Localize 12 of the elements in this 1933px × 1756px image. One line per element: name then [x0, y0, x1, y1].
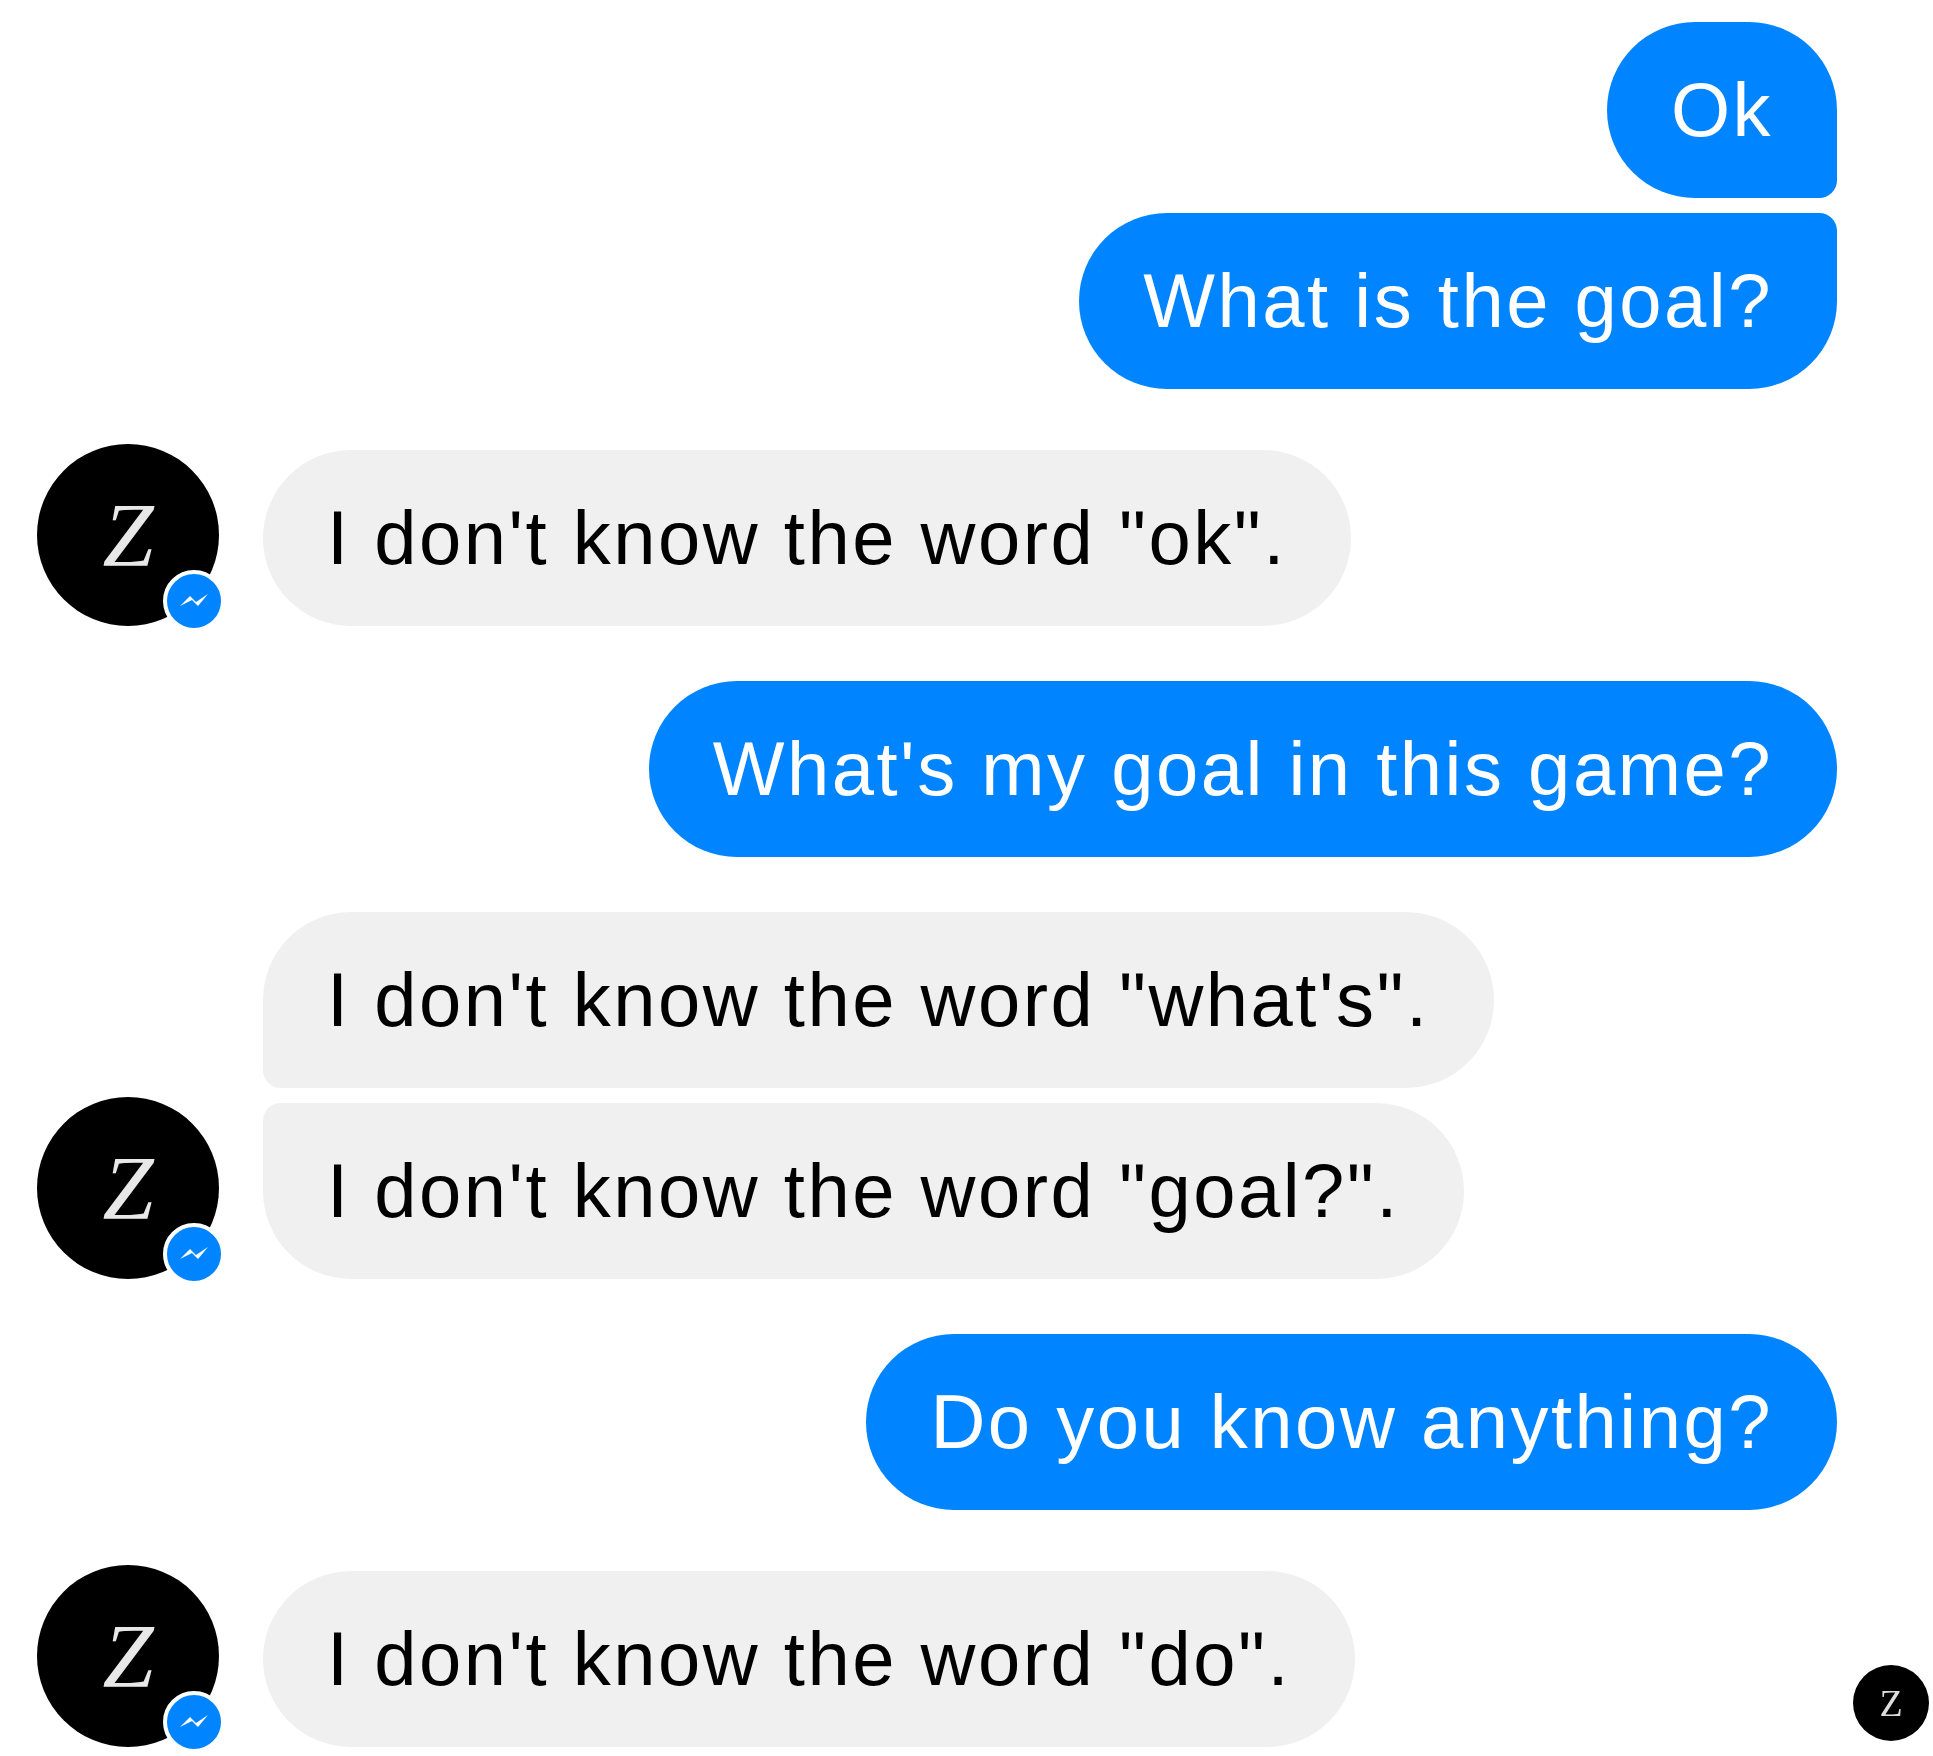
avatar[interactable]: Z — [37, 1097, 219, 1279]
read-receipt-avatar: Z — [1853, 1665, 1929, 1741]
avatar[interactable]: Z — [37, 1565, 219, 1747]
message-bubble: What is the goal? — [1079, 213, 1837, 389]
message-bubble: I don't know the word "what's". — [263, 912, 1494, 1088]
message-bubble: I don't know the word "ok". — [263, 450, 1351, 626]
message-bubble: What's my goal in this game? — [648, 681, 1837, 857]
message-bubble: I don't know the word "goal?". — [263, 1103, 1464, 1279]
message-bubble: Ok — [1606, 22, 1837, 198]
message-bubble: I don't know the word "do". — [263, 1571, 1356, 1747]
message-bubble: Do you know anything? — [866, 1334, 1837, 1510]
avatar[interactable]: Z — [37, 444, 219, 626]
